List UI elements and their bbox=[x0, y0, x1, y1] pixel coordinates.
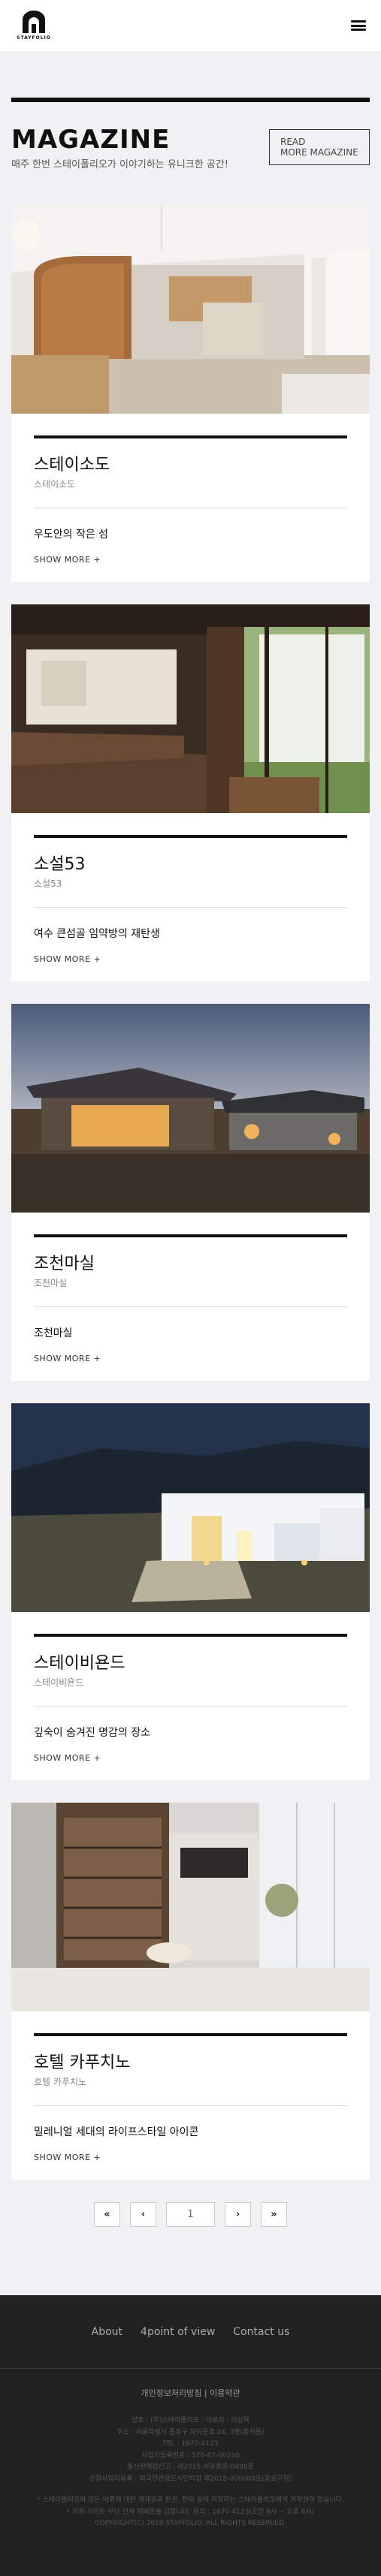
card-photo bbox=[11, 205, 370, 414]
card-title[interactable]: 스테이비욘드 bbox=[34, 1653, 347, 1674]
card-subtitle: 스테이비욘드 bbox=[34, 1677, 84, 1688]
card-subtitle: 스테이소도 bbox=[34, 479, 76, 490]
current-page[interactable]: 1 bbox=[166, 2202, 215, 2227]
card-image[interactable] bbox=[11, 1004, 370, 1213]
read-more-magazine-button[interactable]: READ MORE MAGAZINE bbox=[269, 129, 370, 165]
card-title[interactable]: 소설53 bbox=[34, 854, 347, 875]
last-page-button[interactable]: » bbox=[261, 2202, 287, 2227]
card-photo bbox=[11, 1004, 370, 1213]
magazine-card[interactable]: 스테이비욘드 스테이비욘드 깊숙이 숨겨진 명감의 장소 SHOW MORE + bbox=[11, 1403, 370, 1780]
card-description: 조천마실 bbox=[34, 1327, 73, 1339]
show-more-link[interactable]: SHOW MORE + bbox=[34, 2153, 347, 2162]
footer-link-contact[interactable]: Contact us bbox=[233, 2326, 289, 2338]
footer-nav: About 4point of view Contact us bbox=[0, 2295, 381, 2369]
hamburger-icon bbox=[351, 20, 366, 23]
card-title[interactable]: 호텔 카푸치노 bbox=[34, 2053, 347, 2074]
magazine-card[interactable]: 호텔 카푸치노 호텔 카푸치노 밀레니얼 세대의 라이프스타일 아이콘 SHOW… bbox=[11, 1803, 370, 2180]
card-divider-top bbox=[34, 1634, 347, 1637]
header: STAYFOLIO bbox=[0, 0, 381, 51]
card-divider-top bbox=[34, 435, 347, 438]
stayfolio-logo[interactable]: STAYFOLIO bbox=[17, 11, 51, 41]
card-photo bbox=[11, 1803, 370, 2011]
card-divider-top bbox=[34, 835, 347, 838]
show-more-link[interactable]: SHOW MORE + bbox=[34, 1753, 347, 1763]
card-title[interactable]: 조천마실 bbox=[34, 1254, 347, 1275]
read-more-line2: MORE MAGAZINE bbox=[280, 147, 358, 158]
card-photo bbox=[11, 1403, 370, 1612]
card-divider bbox=[34, 1306, 347, 1307]
read-more-line1: READ bbox=[280, 137, 306, 147]
company-info: 상호 : (주)스테이폴리오 · 대표자 : 이상묵 주소 : 서울특별시 종로… bbox=[89, 2417, 292, 2483]
hero-divider bbox=[11, 98, 370, 102]
card-image[interactable] bbox=[11, 205, 370, 414]
card-image[interactable] bbox=[11, 1803, 370, 2011]
card-description: 우도안의 작은 섬 bbox=[34, 529, 109, 541]
next-page-button[interactable]: › bbox=[225, 2202, 251, 2227]
page-subtitle: 매주 한번 스테이폴리오가 이야기하는 유니크한 공간! bbox=[11, 159, 228, 170]
show-more-link[interactable]: SHOW MORE + bbox=[34, 1354, 347, 1363]
copyright-notice: * 스테이폴리오와 모든 어휘에 대한 게재권과 판권, 판매 등에 저작하는 … bbox=[37, 2496, 344, 2527]
pagination: « ‹ 1 › » bbox=[0, 2202, 381, 2227]
card-description: 깊숙이 숨겨진 명감의 장소 bbox=[34, 1727, 151, 1739]
card-divider-top bbox=[34, 1234, 347, 1237]
first-page-button[interactable]: « bbox=[94, 2202, 120, 2227]
card-subtitle: 호텔 카푸치노 bbox=[34, 2077, 87, 2087]
card-divider bbox=[34, 1706, 347, 1707]
card-subtitle: 조천마실 bbox=[34, 1278, 68, 1288]
footer-link-4point-of-view[interactable]: 4point of view bbox=[141, 2326, 215, 2338]
prev-page-button[interactable]: ‹ bbox=[130, 2202, 156, 2227]
footer-policy-links[interactable]: 개인정보처리방침 | 이용약관 bbox=[0, 2387, 381, 2399]
logo-text: STAYFOLIO bbox=[17, 35, 51, 41]
magazine-card[interactable]: 조천마실 조천마실 조천마실 SHOW MORE + bbox=[11, 1004, 370, 1381]
magazine-card[interactable]: 스테이소도 스테이소도 우도안의 작은 섬 SHOW MORE + bbox=[11, 205, 370, 582]
show-more-link[interactable]: SHOW MORE + bbox=[34, 954, 347, 964]
card-photo bbox=[11, 604, 370, 813]
card-title[interactable]: 스테이소도 bbox=[34, 455, 347, 476]
show-more-link[interactable]: SHOW MORE + bbox=[34, 555, 347, 565]
card-image[interactable] bbox=[11, 604, 370, 813]
stayfolio-logo-icon bbox=[23, 11, 45, 33]
magazine-card[interactable]: 소설53 소설53 여수 큰섬골 임약방의 재탄생 SHOW MORE + bbox=[11, 604, 370, 981]
card-subtitle: 소설53 bbox=[34, 878, 62, 889]
card-description: 여수 큰섬골 임약방의 재탄생 bbox=[34, 928, 160, 940]
card-description: 밀레니얼 세대의 라이프스타일 아이콘 bbox=[34, 2126, 199, 2138]
card-image[interactable] bbox=[11, 1403, 370, 1612]
card-divider-top bbox=[34, 2033, 347, 2036]
footer-link-about[interactable]: About bbox=[92, 2326, 122, 2338]
card-divider bbox=[34, 907, 347, 908]
page-title: MAGAZINE bbox=[11, 125, 171, 155]
magazine-list: 스테이소도 스테이소도 우도안의 작은 섬 SHOW MORE + 소설53 소… bbox=[0, 205, 381, 2180]
hero-section: MAGAZINE 매주 한번 스테이폴리오가 이야기하는 유니크한 공간! RE… bbox=[0, 51, 381, 170]
card-divider bbox=[34, 2105, 347, 2106]
footer: About 4point of view Contact us 개인정보처리방침… bbox=[0, 2295, 381, 2576]
menu-button[interactable] bbox=[349, 17, 367, 34]
